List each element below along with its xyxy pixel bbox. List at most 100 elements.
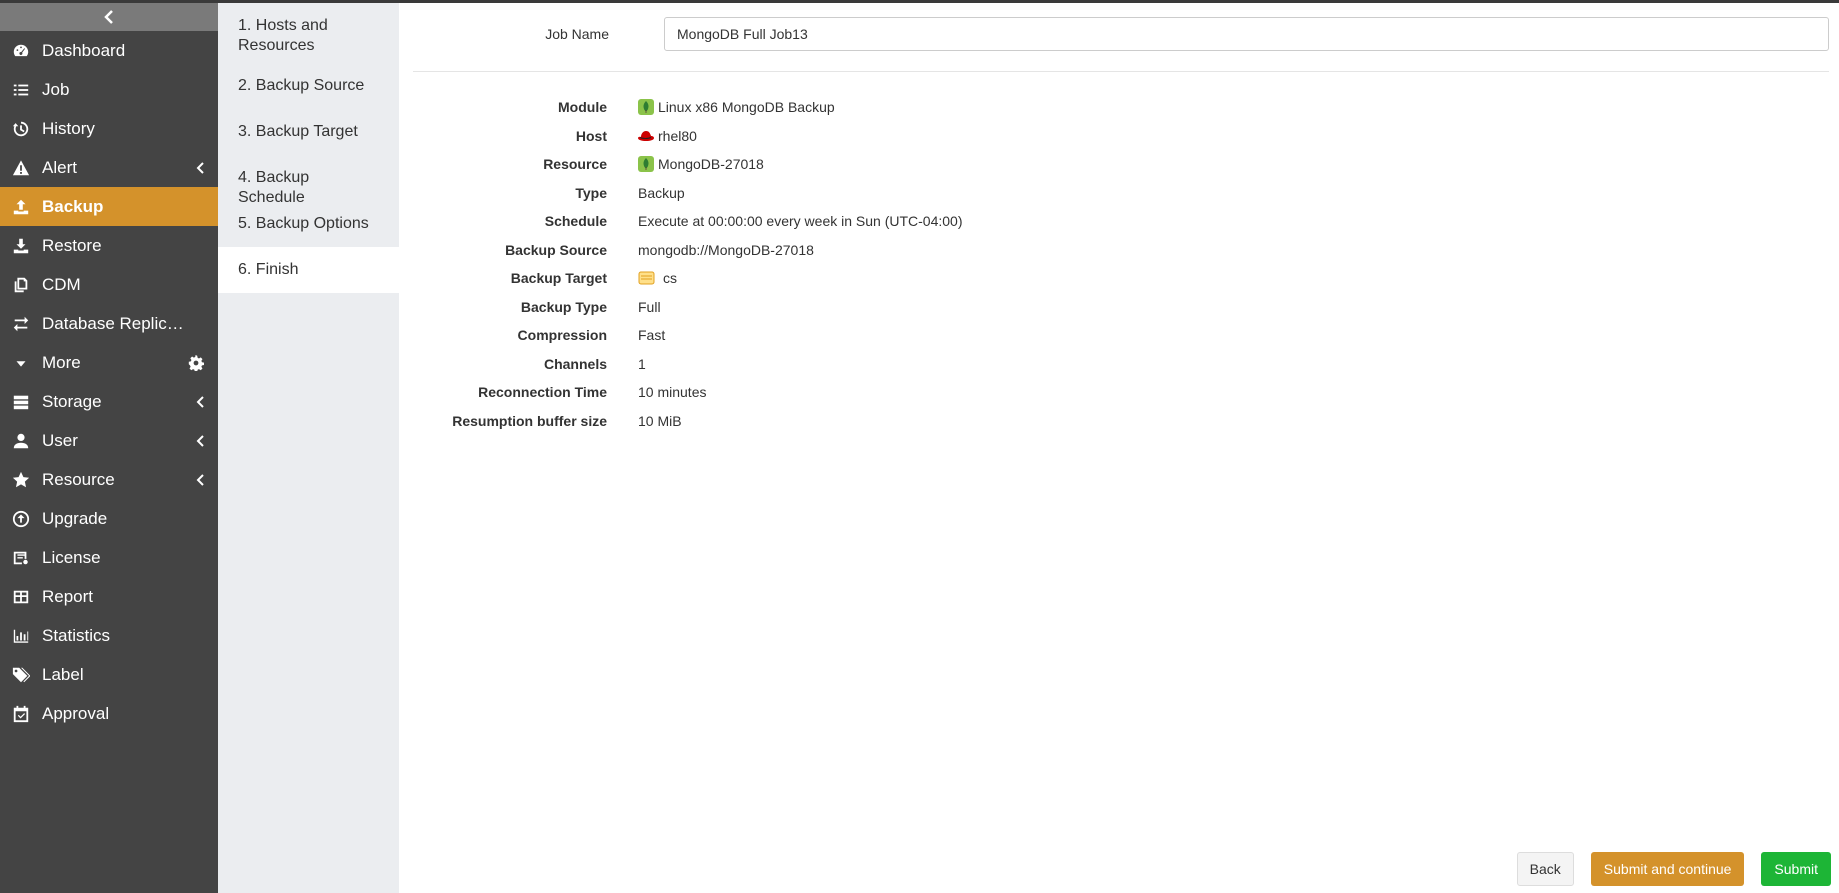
upload-icon	[12, 198, 30, 216]
sidebar-item-license[interactable]: License	[0, 538, 218, 577]
history-icon	[12, 120, 30, 138]
sidebar-item-upgrade[interactable]: Upgrade	[0, 499, 218, 538]
step-backup-source[interactable]: 2. Backup Source	[218, 63, 399, 109]
sidebar-item-dashboard[interactable]: Dashboard	[0, 31, 218, 70]
job-name-input[interactable]	[664, 17, 1829, 51]
sidebar-item-database-replication[interactable]: Database Replication	[0, 304, 218, 343]
storage-pool-icon	[638, 271, 655, 285]
gear-icon[interactable]	[188, 354, 204, 371]
summary-row-backup-target: Backup Target cs	[399, 266, 1799, 295]
table-icon	[12, 588, 30, 606]
summary-row-compression: Compression Fast	[399, 323, 1799, 352]
summary-row-type: Type Backup	[399, 181, 1799, 210]
chevron-left-icon	[196, 473, 204, 486]
summary-value: 10 MiB	[638, 412, 682, 429]
sidebar-item-label: Backup	[42, 196, 104, 216]
redhat-icon	[638, 130, 654, 141]
sidebar-item-approval[interactable]: Approval	[0, 694, 218, 733]
sidebar-item-label: Report	[42, 586, 94, 606]
step-backup-schedule[interactable]: 4. Backup Schedule	[218, 155, 399, 206]
summary-value: Backup	[638, 184, 685, 201]
summary-value: Linux x86 MongoDB Backup	[638, 99, 835, 115]
step-hosts-and-resources[interactable]: 1. Hosts and Resources	[218, 3, 399, 63]
summary-row-host: Host rhel80	[399, 124, 1799, 153]
calendar-check-icon	[12, 705, 30, 723]
sidebar: Dashboard Job History Alert Backup Resto…	[0, 3, 218, 893]
sidebar-item-label: Storage	[42, 391, 102, 411]
mongodb-leaf-icon	[638, 99, 654, 115]
sidebar-item-label: History	[42, 118, 95, 138]
summary-value: Full	[638, 298, 661, 315]
sidebar-item-label: CDM	[42, 274, 81, 294]
summary-label: Backup Target	[510, 270, 607, 286]
summary-row-backup-type: Backup Type Full	[399, 295, 1799, 324]
sidebar-item-alert[interactable]: Alert	[0, 148, 218, 187]
sidebar-item-statistics[interactable]: Statistics	[0, 616, 218, 655]
submit-and-continue-button[interactable]: Submit and continue	[1590, 852, 1745, 886]
summary-row-schedule: Schedule Execute at 00:00:00 every week …	[399, 209, 1799, 238]
sidebar-item-report[interactable]: Report	[0, 577, 218, 616]
summary-label: Host	[575, 127, 607, 144]
chevron-left-icon	[196, 434, 204, 447]
sidebar-item-label: Alert	[42, 157, 77, 177]
divider	[413, 71, 1829, 72]
copy-icon	[12, 276, 30, 294]
arrow-up-circle-icon	[12, 510, 30, 528]
sidebar-item-backup[interactable]: Backup	[0, 187, 218, 226]
warning-icon	[12, 159, 30, 177]
sidebar-item-cdm[interactable]: CDM	[0, 265, 218, 304]
sidebar-item-label: Resource	[42, 469, 115, 489]
sidebar-item-more[interactable]: More	[0, 343, 218, 382]
sidebar-item-resource[interactable]: Resource	[0, 460, 218, 499]
summary-label: Reconnection Time	[478, 384, 607, 400]
sidebar-item-storage[interactable]: Storage	[0, 382, 218, 421]
summary-row-channels: Channels 1	[399, 352, 1799, 381]
caret-down-icon	[12, 354, 30, 372]
sidebar-item-label: Statistics	[42, 625, 111, 645]
summary-row-resumption-buffer-size: Resumption buffer size 10 MiB	[399, 409, 1799, 438]
summary-label: Schedule	[544, 213, 607, 229]
summary-label: Module	[558, 99, 607, 115]
mongodb-leaf-icon	[638, 156, 654, 172]
star-icon	[12, 471, 30, 489]
summary-value: Fast	[638, 327, 666, 343]
summary-label: Resource	[543, 156, 607, 172]
tags-icon	[12, 666, 30, 684]
sidebar-item-label: Job	[42, 79, 70, 99]
summary-value: 1	[638, 355, 646, 372]
wizard-steps: 1. Hosts and Resources 2. Backup Source …	[218, 3, 399, 893]
summary-value: rhel80	[638, 128, 697, 144]
summary-value: MongoDB-27018	[638, 156, 764, 172]
summary-label: Backup Source	[505, 241, 607, 258]
sidebar-item-restore[interactable]: Restore	[0, 226, 218, 265]
summary-value: Execute at 00:00:00 every week in Sun (U…	[638, 213, 963, 229]
sidebar-item-label-menu[interactable]: Label	[0, 655, 218, 694]
list-icon	[12, 81, 30, 99]
sidebar-item-label: Restore	[42, 235, 102, 255]
license-icon	[12, 549, 30, 567]
step-finish[interactable]: 6. Finish	[218, 247, 399, 293]
summary-row-reconnection-time: Reconnection Time 10 minutes	[399, 380, 1799, 409]
sidebar-item-job[interactable]: Job	[0, 70, 218, 109]
summary-label: Type	[575, 184, 607, 201]
summary-value: cs	[638, 270, 677, 286]
summary-label: Channels	[543, 355, 607, 372]
step-backup-target[interactable]: 3. Backup Target	[218, 109, 399, 155]
sidebar-item-user[interactable]: User	[0, 421, 218, 460]
user-icon	[12, 432, 30, 450]
submit-button[interactable]: Submit	[1761, 852, 1831, 886]
bar-chart-icon	[12, 627, 30, 645]
sidebar-item-history[interactable]: History	[0, 109, 218, 148]
sidebar-item-label: License	[42, 547, 101, 567]
chevron-left-icon	[104, 10, 113, 24]
sidebar-item-label: Database Replication	[42, 313, 192, 333]
server-icon	[12, 393, 30, 411]
download-icon	[12, 237, 30, 255]
sidebar-collapse-button[interactable]	[0, 3, 218, 31]
chevron-left-icon	[196, 395, 204, 408]
sidebar-item-label: Upgrade	[42, 508, 108, 528]
summary-label: Backup Type	[520, 298, 607, 315]
sidebar-item-label: More	[42, 352, 81, 372]
finish-panel: Job Name Module Linux x86 MongoDB Backup…	[399, 3, 1839, 893]
back-button[interactable]: Back	[1516, 852, 1574, 886]
